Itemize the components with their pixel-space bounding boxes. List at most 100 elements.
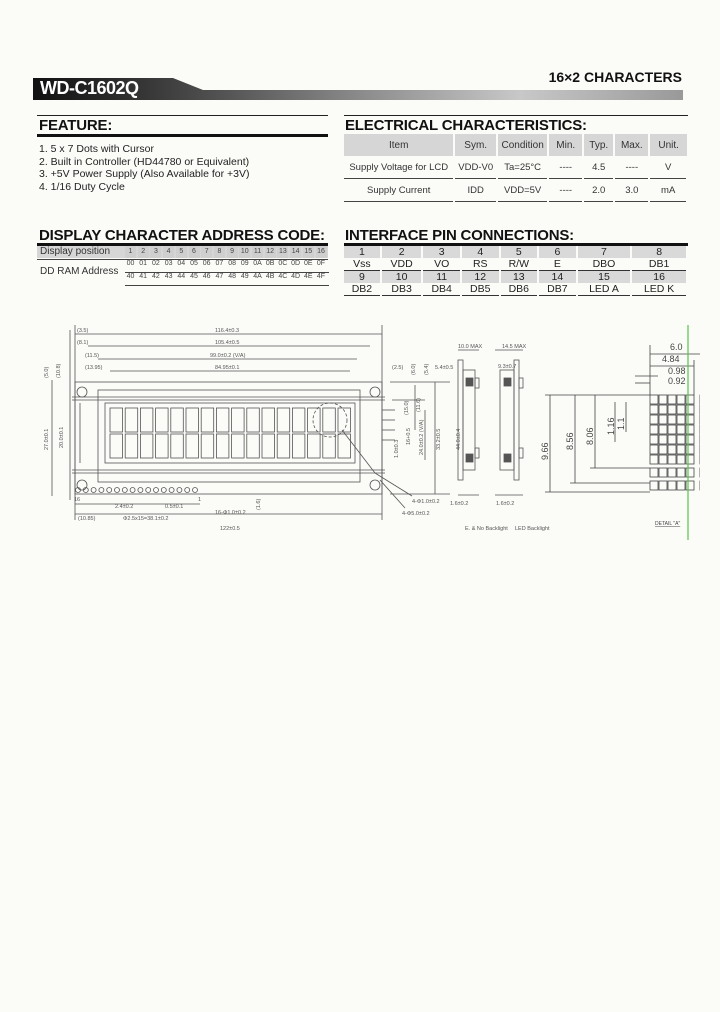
character-cell <box>261 407 275 433</box>
pin-pad <box>114 487 120 493</box>
dim-label: 5.4±0.5 <box>435 365 453 371</box>
position-cell: 9 <box>226 246 238 258</box>
pin-number: 2 <box>380 246 424 258</box>
dot <box>667 424 677 435</box>
pin-name: LED A <box>576 283 633 296</box>
character-cell <box>155 407 169 433</box>
dim-label: (1.6) <box>256 499 262 510</box>
pin-pad <box>160 487 167 493</box>
pins-table: 12345678 Vss VDD VO RS R/W E DBO DB1 9 10 11 12 13 1… <box>344 246 688 296</box>
dim-label: 16-Φ1.0±0.2 <box>215 510 246 516</box>
address-cell: 03 <box>164 260 173 267</box>
dot <box>667 454 677 465</box>
position-cell: 5 <box>175 246 187 258</box>
table-row: Supply Voltage for LCD VDD-V0 Ta=25°C --… <box>344 156 688 179</box>
address-cell: 0A <box>253 260 262 267</box>
character-cell <box>155 433 169 459</box>
mount-hole <box>369 386 381 398</box>
dot <box>685 394 695 405</box>
character-cell <box>261 433 275 459</box>
pins-title: INTERFACE PIN CONNECTIONS: <box>345 227 574 244</box>
cell: Supply Voltage for LCD <box>344 156 456 179</box>
dot <box>676 467 686 478</box>
address-cell: 42 <box>151 273 160 280</box>
address-cell: 06 <box>202 260 211 267</box>
cell: 3.0 <box>614 178 651 202</box>
electrical-table: Item Sym. Condition Min. Typ. Max. Unit.… <box>344 134 688 202</box>
col-header: Item <box>344 134 456 156</box>
pin-pad <box>168 487 175 493</box>
pin-name: DB6 <box>499 283 540 296</box>
dot <box>676 480 686 491</box>
mechanical-drawing: (3.5) (8.1) (11.5) (13.95) 116.4±0.3 105… <box>44 325 700 540</box>
address-cell: 0E <box>304 260 313 267</box>
dim-label: 20.0±0.1 <box>59 427 65 448</box>
position-cell: 12 <box>264 246 276 258</box>
cell: Supply Current <box>344 178 456 202</box>
character-cell <box>200 407 215 433</box>
dot <box>667 444 677 455</box>
dot <box>685 404 695 415</box>
pin-name-row: Vss VDD VO RS R/W E DBO DB1 <box>344 258 688 271</box>
character-cell <box>215 407 230 433</box>
pin-pad <box>137 487 144 493</box>
dim-label: 4-Φ5.0±0.2 <box>402 511 430 517</box>
position-cell: 1 <box>125 246 136 258</box>
pin-number: 5 <box>499 246 540 258</box>
character-cell <box>109 433 123 459</box>
detail-labels: 6.0 4.84 0.98 0.92 9.66 8.56 8.06 1.16 1… <box>540 342 686 460</box>
pin-pad <box>176 487 183 493</box>
pin-name: DBO <box>576 258 633 271</box>
dot <box>649 394 659 405</box>
viewing-area <box>104 402 356 464</box>
dot <box>649 444 659 455</box>
feature-title: FEATURE: <box>39 117 113 134</box>
position-cell: 11 <box>252 246 263 258</box>
dim-label: (10.8) <box>56 363 62 378</box>
divider <box>37 134 328 137</box>
position-cell: 3 <box>150 246 162 258</box>
cell: Ta=25°C <box>496 156 550 179</box>
dim-label: 1 <box>198 497 201 503</box>
pin-pad <box>90 487 97 493</box>
character-cell <box>246 407 260 433</box>
dot <box>658 454 668 465</box>
position-cell: 7 <box>201 246 213 258</box>
position-cell: 6 <box>188 246 200 258</box>
pin-pad <box>121 487 128 493</box>
pin-pad <box>153 487 159 493</box>
feature-item: 1. 5 x 7 Dots with Cursor <box>39 143 154 155</box>
cell: V <box>649 156 688 179</box>
character-cell <box>291 407 306 433</box>
dim-label: 8.06 <box>585 427 595 445</box>
character-cells <box>109 407 351 459</box>
address-cell: 0B <box>265 260 275 267</box>
model-title: WD-C1602Q <box>40 78 139 98</box>
dot <box>649 454 659 465</box>
character-cell <box>307 433 321 459</box>
character-cell <box>322 407 336 433</box>
feature-item: 3. +5V Power Supply (Also Available for … <box>39 168 250 180</box>
position-cell: 10 <box>239 246 251 258</box>
address-cell: 00 <box>126 260 135 267</box>
dot <box>676 414 686 425</box>
dim-label: 122±0.5 <box>220 526 240 532</box>
dot <box>676 394 686 405</box>
position-cell: 13 <box>277 246 289 258</box>
dim-label: 27.0±0.1 <box>44 429 50 450</box>
dim-label: Φ2.5x15=38.1±0.2 <box>123 516 168 522</box>
dot <box>667 480 677 491</box>
ram-label: DD RAM Address <box>40 266 119 277</box>
dim-label: 4.84 <box>662 354 680 364</box>
address-cell: 4F <box>316 273 326 280</box>
dot <box>685 424 695 435</box>
dot <box>649 424 659 435</box>
character-cell <box>140 407 154 433</box>
dim-label: (2.5) <box>392 365 403 371</box>
dim-label: 0.92 <box>668 376 686 386</box>
pin-number: 3 <box>422 246 462 258</box>
pin-name: RS <box>460 258 501 271</box>
cell: 4.5 <box>583 156 616 179</box>
pin-pad <box>145 487 152 493</box>
dot <box>667 414 677 425</box>
